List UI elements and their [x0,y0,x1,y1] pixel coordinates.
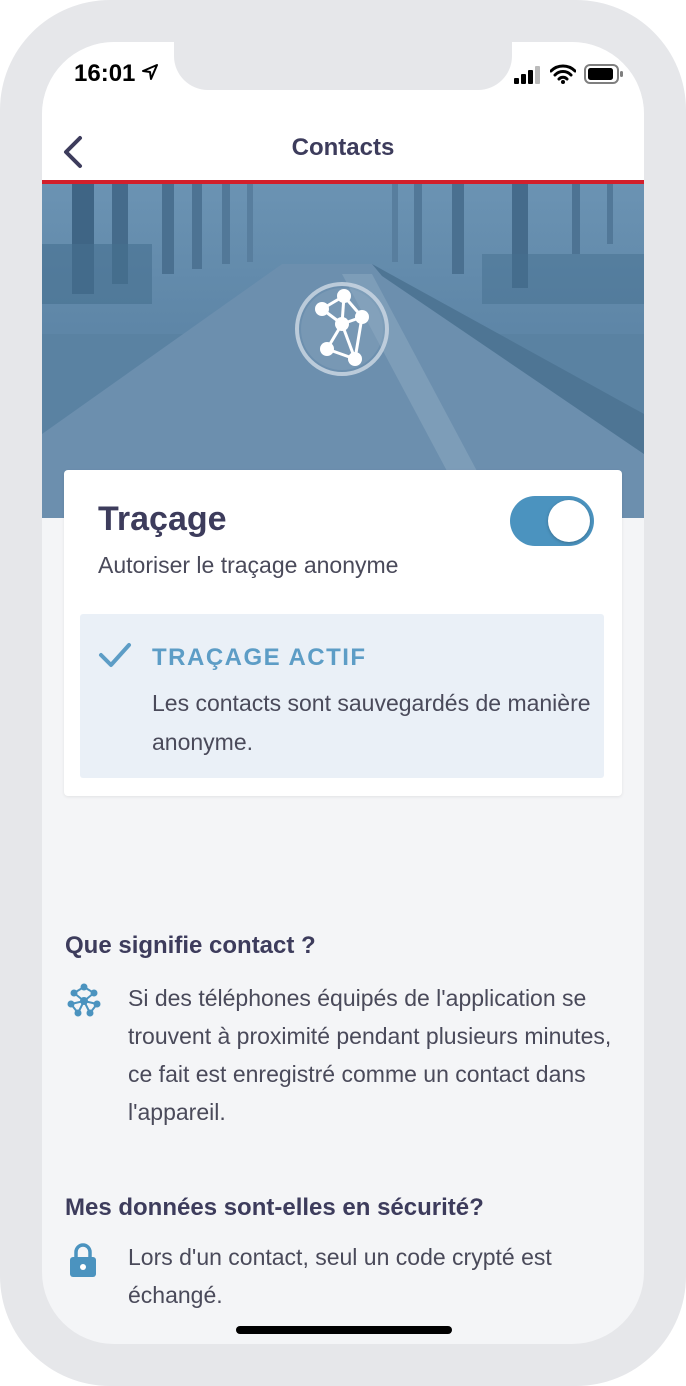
location-arrow-icon [142,64,158,80]
tracing-title: Traçage [98,500,227,538]
network-icon [67,983,101,1017]
faq-heading-security: Mes données sont-elles en sécurité? [65,1194,484,1221]
toggle-knob [548,500,590,542]
tracing-card: Traçage Autoriser le traçage anonyme TRA… [64,470,622,796]
network-logo-icon [295,282,389,376]
tracing-toggle[interactable] [510,496,594,546]
status-title: TRAÇAGE ACTIF [152,644,367,671]
battery-icon [584,64,623,84]
faq-text-security: Lors d'un contact, seul un code crypté e… [128,1244,552,1308]
cellular-signal-icon [514,66,540,84]
lock-icon [70,1243,96,1277]
hero-image [42,184,644,518]
avenue-illustration [42,184,644,518]
phone-frame: 16:01 Contacts Traçage Autoriser le traç… [0,0,686,1386]
home-indicator[interactable] [236,1326,452,1334]
page-title: Contacts [291,134,395,161]
tracing-subtitle: Autoriser le traçage anonyme [98,552,399,578]
faq-text-contact: Si des téléphones équipés de l'applicati… [128,985,612,1125]
nav-bar: Contacts [42,132,644,184]
faq-heading-contact: Que signifie contact ? [65,932,316,959]
status-text: Les contacts sont sauvegardés de manière… [152,690,591,755]
app-screen: 16:01 Contacts Traçage Autoriser le traç… [42,42,644,1344]
check-icon [99,643,131,667]
status-time: 16:01 [74,60,136,87]
wifi-icon [550,64,576,84]
status-bar: 16:01 [42,42,644,132]
device-notch [174,42,512,90]
tracing-status-box: TRAÇAGE ACTIF Les contacts sont sauvegar… [80,614,604,778]
